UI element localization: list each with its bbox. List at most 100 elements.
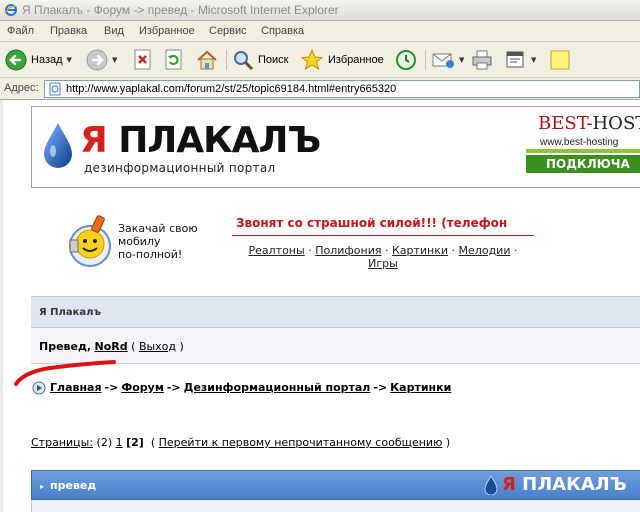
printer-icon [472,50,492,70]
chevron-down-icon[interactable]: ▼ [67,56,72,64]
ad-brand: BEST-HOSTIN [538,113,640,134]
greeting-prefix: Превед, [39,340,92,353]
promo-text[interactable]: Закачай свою мобилу по-полной! [118,222,218,261]
page-viewport: Я ПЛАКАЛЪ дезинформационный портал BEST-… [0,100,640,512]
home-icon [197,50,217,70]
refresh-icon [165,49,182,70]
edit-page-icon [506,51,524,68]
ie-icon [4,4,18,16]
title-bar: Я Плакалъ - Форум -> превед - Microsoft … [0,0,640,21]
topic-header: ▸ превед Я ПЛАКАЛЪ [31,470,640,500]
address-label: Адрес: [4,82,39,94]
site-subtitle: дезинформационный портал [84,161,276,175]
breadcrumb-portal[interactable]: Дезинформационный портал [184,381,371,394]
menu-file[interactable]: Файл [7,25,34,37]
paren: ) [445,436,451,449]
logout-link[interactable]: Выход [139,340,176,353]
notes-button[interactable] [549,46,571,74]
search-label: Поиск [258,54,289,66]
mail-button[interactable]: ▼ [431,46,464,74]
topic-title: ▸ превед [40,479,96,492]
breadcrumb-arrow: -> [373,381,388,394]
bullet-icon: ▸ [40,482,45,491]
breadcrumb-pictures[interactable]: Картинки [390,381,451,394]
ad-banner[interactable]: BEST-HOSTIN www.best-hosting ПОДКЛЮЧА [526,111,640,173]
breadcrumb-home[interactable]: Главная [50,381,102,394]
promo-line-1: Закачай свою [118,222,198,235]
menu-help[interactable]: Справка [261,25,304,37]
pages-total: (2) [96,436,113,449]
promo-line-2: мобилу [118,235,161,248]
address-url: http://www.yaplakal.com/forum2/st/25/top… [66,83,397,95]
board-title-bar: Я Плакалъ [31,296,640,328]
goto-unread-link[interactable]: Перейти к первому непрочитанному сообщен… [159,436,443,449]
menu-edit[interactable]: Правка [50,25,87,37]
link-games[interactable]: Игры [368,257,398,270]
smiley-phone-icon[interactable] [66,212,114,268]
page-1-link[interactable]: 1 [116,436,123,449]
star-icon [300,48,324,71]
menu-favorites[interactable]: Избранное [139,25,195,37]
user-bar: Превед, NoRd ( Выход ) [31,328,640,364]
page-current: [2] [126,436,144,449]
username-link[interactable]: NoRd [95,340,128,353]
chevron-down-icon[interactable]: ▼ [459,56,464,64]
edit-button[interactable]: ▼ [505,46,536,74]
print-button[interactable] [470,46,494,74]
search-button[interactable]: Поиск [232,46,288,74]
refresh-button[interactable] [164,46,184,74]
drop-icon[interactable] [42,121,74,169]
link-realtones[interactable]: Реалтоны [249,244,305,257]
breadcrumb-forum[interactable]: Форум [121,381,164,394]
divider [232,235,534,236]
toolbar: Назад ▼ ▼ Поиск Избранное ▼ ▼ [0,42,640,78]
breadcrumb-arrow: -> [104,381,119,394]
separator: · [384,244,389,257]
drop-icon [484,474,498,495]
ringtone-links: Реалтоны · Полифония · Картинки · Мелоди… [232,244,534,270]
page-gutter [0,100,3,512]
stop-button[interactable] [133,46,153,74]
menu-tools[interactable]: Сервис [209,25,247,37]
ringtone-headline[interactable]: Звонят со страшной силой!!! (телефон [236,216,507,230]
link-pictures[interactable]: Картинки [392,244,448,257]
topic-logo: Я ПЛАКАЛЪ [484,474,627,495]
pages-label[interactable]: Страницы: [31,436,93,449]
separator: · [451,244,456,257]
history-button[interactable] [394,46,418,74]
site-logo[interactable]: Я ПЛАКАЛЪ [80,120,321,161]
home-button[interactable] [195,46,219,74]
ad-url: www.best-hosting [540,137,619,148]
topic-title-text: превед [50,479,97,492]
logo-name: ПЛАКАЛЪ [118,120,321,161]
forward-arrow-icon [86,49,108,71]
menu-bar: Файл Правка Вид Избранное Сервис Справка [0,21,640,42]
site-header: Я ПЛАКАЛЪ дезинформационный портал BEST-… [31,106,640,188]
link-polyphony[interactable]: Полифония [315,244,381,257]
favorites-button[interactable]: Избранное [300,46,384,74]
search-icon [234,51,254,71]
breadcrumb-arrow: -> [166,381,181,394]
back-arrow-icon [5,49,27,71]
address-input[interactable]: http://www.yaplakal.com/forum2/st/25/top… [44,80,640,98]
link-melodies[interactable]: Мелодии [459,244,511,257]
chevron-down-icon[interactable]: ▼ [112,56,117,64]
forward-button[interactable]: ▼ [86,46,117,74]
menu-view[interactable]: Вид [104,25,124,37]
back-label: Назад [31,54,63,66]
window-title: Я Плакалъ - Форум -> превед - Microsoft … [22,3,339,17]
post-area [31,500,640,512]
promo-line-3: по-полной! [118,248,183,261]
back-button[interactable]: Назад ▼ [5,46,72,74]
separator: · [308,244,312,257]
board-title: Я Плакалъ [39,307,101,318]
toolbar-separator [226,50,227,70]
ad-stripe [526,149,640,153]
toolbar-separator [425,50,426,70]
mail-icon [432,53,454,68]
history-icon [396,50,416,70]
user-greeting: Превед, NoRd ( Выход ) [39,340,184,353]
chevron-down-icon[interactable]: ▼ [531,56,536,64]
note-icon [550,50,570,70]
paren: ) [179,340,184,353]
